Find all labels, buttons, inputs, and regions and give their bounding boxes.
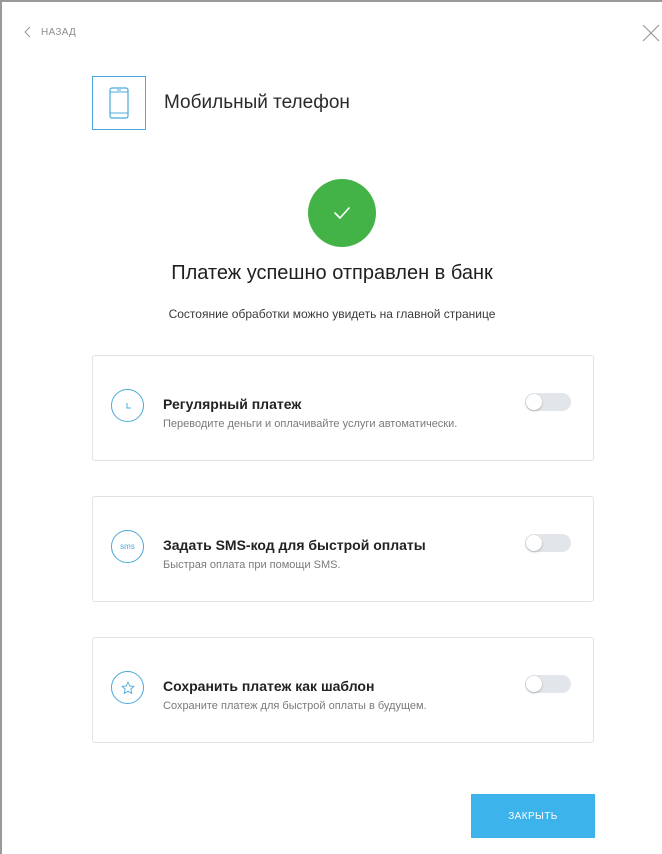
clock-icon xyxy=(111,389,144,422)
option-description: Быстрая оплата при помощи SMS. xyxy=(163,559,341,571)
option-description: Сохраните платеж для быстрой оплаты в бу… xyxy=(163,700,427,712)
option-title: Регулярный платеж xyxy=(163,396,302,412)
sms-icon-label: sms xyxy=(120,542,135,551)
option-title: Задать SMS-код для быстрой оплаты xyxy=(163,537,426,553)
toggle-knob xyxy=(526,535,542,551)
chevron-left-icon xyxy=(24,26,31,38)
sms-icon: sms xyxy=(111,530,144,563)
payment-result-dialog: НАЗАД Мобильный телефон Платеж успешно о… xyxy=(0,0,662,854)
option-card-save-template: Сохранить платеж как шаблон Сохраните пл… xyxy=(92,637,594,743)
service-header: Мобильный телефон xyxy=(92,76,350,130)
back-label: НАЗАД xyxy=(41,26,77,38)
service-title: Мобильный телефон xyxy=(164,92,350,113)
close-button[interactable]: ЗАКРЫТЬ xyxy=(471,794,595,838)
status-headline: Платеж успешно отправлен в банк xyxy=(171,262,493,284)
option-card-regular-payment: Регулярный платеж Переводите деньги и оп… xyxy=(92,355,594,461)
back-link[interactable]: НАЗАД xyxy=(24,26,76,38)
success-check-icon xyxy=(308,179,376,247)
status-subline: Состояние обработки можно увидеть на гла… xyxy=(168,307,496,321)
option-description: Переводите деньги и оплачивайте услуги а… xyxy=(163,418,458,430)
mobile-phone-icon xyxy=(92,76,146,130)
save-template-toggle[interactable] xyxy=(525,675,571,693)
close-icon[interactable] xyxy=(642,24,660,42)
regular-payment-toggle[interactable] xyxy=(525,393,571,411)
toggle-knob xyxy=(526,394,542,410)
sms-code-toggle[interactable] xyxy=(525,534,571,552)
option-title: Сохранить платеж как шаблон xyxy=(163,678,375,694)
option-card-sms-code: sms Задать SMS-код для быстрой оплаты Бы… xyxy=(92,496,594,602)
toggle-knob xyxy=(526,676,542,692)
star-icon xyxy=(111,671,144,704)
